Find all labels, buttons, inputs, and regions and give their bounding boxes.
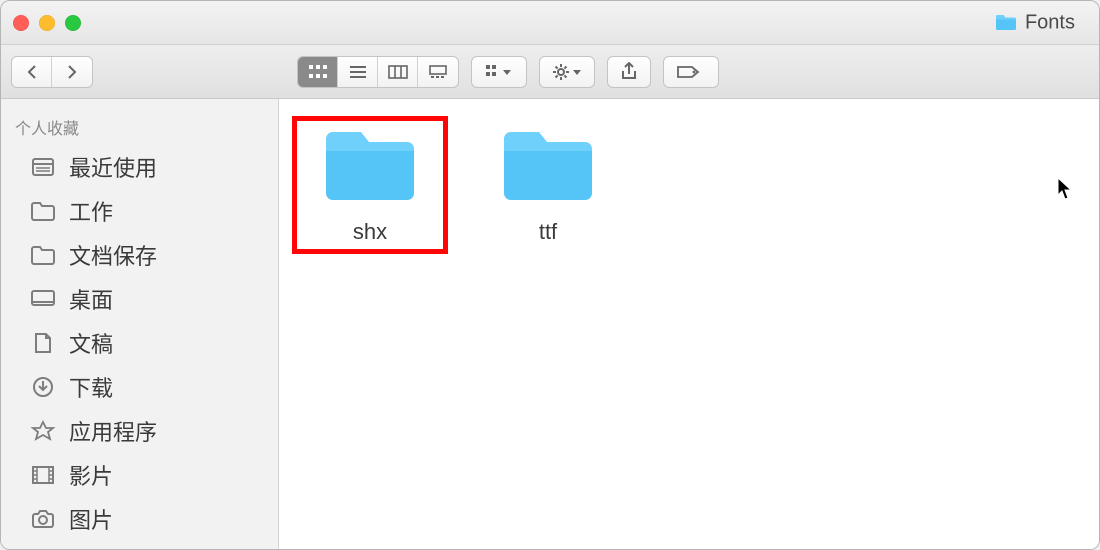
sidebar-item-label: 最近使用 [69,151,157,183]
documents-icon [29,331,57,355]
traffic-lights [13,15,81,31]
action-menu-button[interactable] [539,56,595,88]
finder-window: Fonts [0,0,1100,550]
sidebar-item-label: 文档保存 [69,239,157,271]
sidebar-item-home[interactable]: Alpha [1,541,278,549]
sidebar-item-desktop[interactable]: 桌面 [1,277,278,321]
minimize-window-button[interactable] [39,15,55,31]
sidebar-item-movies[interactable]: 影片 [1,453,278,497]
share-button[interactable] [607,56,651,88]
folder-icon [29,199,57,223]
folder-icon [320,125,420,205]
folder-item-shx[interactable]: shx [295,119,445,251]
sidebar-item-applications[interactable]: 应用程序 [1,409,278,453]
view-mode-segmented [297,56,459,88]
pictures-icon [29,507,57,531]
sidebar-item-label: 文稿 [69,327,113,359]
sidebar[interactable]: 个人收藏 最近使用 工作 文档保存 [1,99,279,549]
gallery-view-button[interactable] [418,57,458,87]
sidebar-item-label: 桌面 [69,283,113,315]
sidebar-item-label: 下载 [69,371,113,403]
mouse-cursor-icon [1057,177,1075,201]
folder-icon [29,243,57,267]
forward-button[interactable] [52,57,92,87]
list-view-button[interactable] [338,57,378,87]
sidebar-item-docsave[interactable]: 文档保存 [1,233,278,277]
file-name: ttf [539,219,557,245]
sidebar-item-pictures[interactable]: 图片 [1,497,278,541]
sidebar-item-label: 影片 [69,459,113,491]
applications-icon [29,419,57,443]
sidebar-section-header: 个人收藏 [1,109,278,145]
arrange-menu-button[interactable] [471,56,527,88]
titlebar: Fonts [1,1,1099,45]
toolbar [1,45,1099,99]
sidebar-item-downloads[interactable]: 下载 [1,365,278,409]
window-title-area: Fonts [995,11,1075,34]
movies-icon [29,463,57,487]
desktop-icon [29,287,57,311]
sidebar-item-label: 图片 [69,503,113,535]
content-area[interactable]: shx ttf [279,99,1099,549]
close-window-button[interactable] [13,15,29,31]
nav-back-forward [11,56,93,88]
sidebar-item-label: Alpha [69,547,125,549]
recents-icon [29,155,57,179]
window-body: 个人收藏 最近使用 工作 文档保存 [1,99,1099,549]
file-name: shx [353,219,387,245]
sidebar-item-label: 应用程序 [69,415,157,447]
sidebar-item-documents[interactable]: 文稿 [1,321,278,365]
tags-button[interactable] [663,56,719,88]
column-view-button[interactable] [378,57,418,87]
sidebar-item-work[interactable]: 工作 [1,189,278,233]
folder-icon [995,14,1017,32]
sidebar-item-recents[interactable]: 最近使用 [1,145,278,189]
home-icon [29,548,57,549]
window-title: Fonts [1025,11,1075,34]
downloads-icon [29,375,57,399]
folder-item-ttf[interactable]: ttf [473,119,623,251]
folder-icon [498,125,598,205]
zoom-window-button[interactable] [65,15,81,31]
icon-view-button[interactable] [298,57,338,87]
sidebar-item-label: 工作 [69,195,113,227]
back-button[interactable] [12,57,52,87]
